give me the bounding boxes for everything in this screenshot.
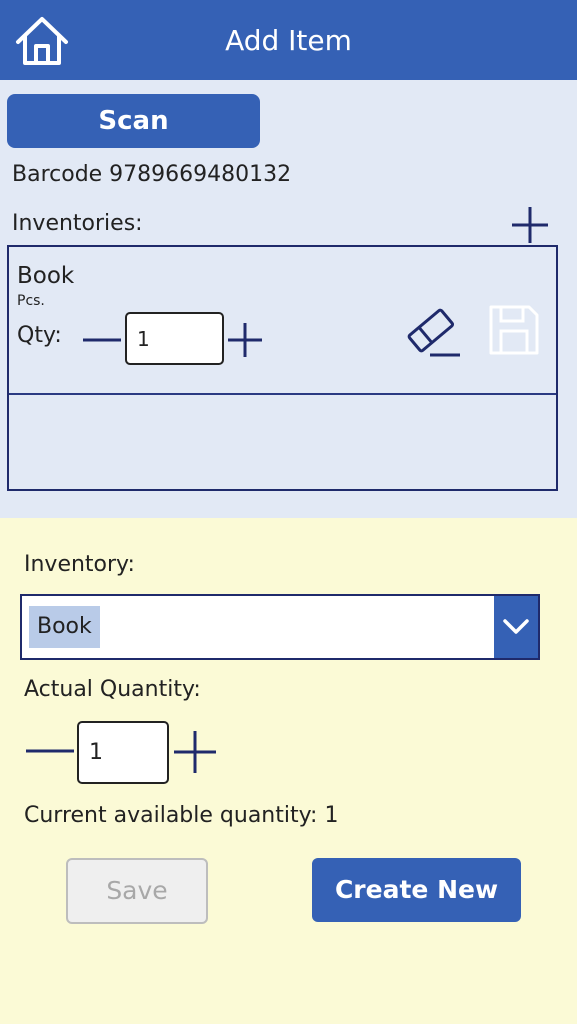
- home-icon: [16, 17, 68, 65]
- plus-icon: [228, 323, 262, 357]
- dropdown-toggle[interactable]: [494, 596, 538, 658]
- chevron-down-icon: [503, 619, 529, 634]
- save-item-button[interactable]: [487, 303, 541, 357]
- decrease-qty-button[interactable]: [81, 325, 123, 355]
- decrease-actual-qty-button[interactable]: [24, 736, 76, 766]
- qty-input[interactable]: [125, 312, 224, 365]
- increase-qty-button[interactable]: [226, 321, 264, 359]
- list-divider: [9, 393, 556, 395]
- app-header: Add Item: [0, 0, 577, 80]
- page-title: Add Item: [225, 24, 352, 57]
- minus-icon: [83, 338, 121, 342]
- save-button[interactable]: Save: [66, 858, 208, 924]
- barcode-text: Barcode 9789669480132: [12, 162, 292, 187]
- erase-button[interactable]: [402, 299, 464, 361]
- inventories-panel: Scan Barcode 9789669480132 Inventories: …: [0, 80, 577, 518]
- increase-actual-qty-button[interactable]: [172, 729, 218, 775]
- actual-quantity-label: Actual Quantity:: [24, 677, 201, 702]
- inventory-dropdown-value: Book: [29, 606, 100, 648]
- qty-label: Qty:: [17, 323, 62, 348]
- actual-quantity-input[interactable]: [77, 721, 169, 784]
- plus-icon: [174, 731, 216, 773]
- add-inventory-button[interactable]: [510, 205, 550, 245]
- inventory-dropdown[interactable]: Book: [20, 594, 540, 660]
- home-button[interactable]: [14, 14, 70, 68]
- current-available-quantity: Current available quantity: 1: [24, 803, 339, 828]
- inventory-list: Book Pcs. Qty:: [7, 245, 558, 491]
- minus-icon: [26, 749, 74, 753]
- save-icon: [489, 305, 539, 355]
- scan-button[interactable]: Scan: [7, 94, 260, 148]
- list-item-unit: Pcs.: [17, 293, 45, 309]
- eraser-icon: [407, 308, 460, 357]
- list-item-name: Book: [17, 263, 75, 289]
- plus-icon: [512, 207, 548, 243]
- create-new-button[interactable]: Create New: [312, 858, 521, 922]
- inventory-label: Inventory:: [24, 552, 135, 577]
- inventories-label: Inventories:: [12, 211, 143, 236]
